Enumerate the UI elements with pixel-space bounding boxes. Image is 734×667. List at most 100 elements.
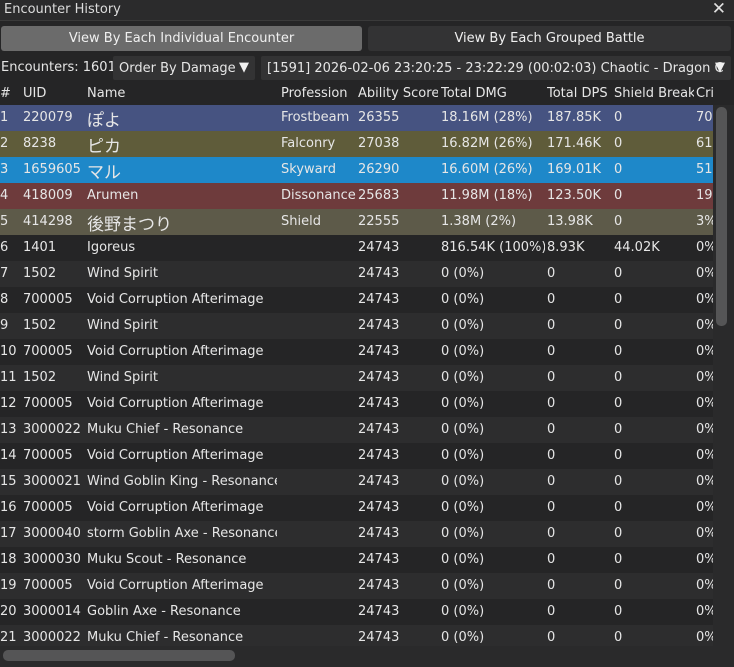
row-uid: 220079 bbox=[23, 110, 73, 125]
row-index: 4 bbox=[0, 188, 9, 203]
row-shield-break: 0 bbox=[614, 214, 623, 229]
table-row[interactable]: 17 3000040 storm Goblin Axe - Resonance 247… bbox=[0, 521, 713, 547]
row-uid: 3000014 bbox=[23, 604, 81, 619]
row-total-dmg: 0 (0%) bbox=[441, 370, 485, 385]
row-ability-score: 27038 bbox=[358, 136, 400, 151]
table-row[interactable]: 4 418009 Arumen Dissonance 25683 11.98M (18%)… bbox=[0, 183, 713, 209]
row-index: 7 bbox=[0, 266, 9, 281]
row-total-dmg: 16.60M (26%) bbox=[441, 162, 533, 177]
encounter-select-dropdown[interactable]: [1591] 2026-02-06 23:20:25 - 23:22:29 (0… bbox=[261, 56, 731, 80]
table-row[interactable]: 2 8238 ピカ Falconry 27038 16.82M (26%) 171.46K 0… bbox=[0, 131, 713, 157]
row-crit: 3% bbox=[696, 214, 713, 229]
order-by-dropdown[interactable]: Order By Damage ▼ bbox=[113, 56, 255, 80]
row-uid: 3000030 bbox=[23, 552, 81, 567]
column-header-crit[interactable]: Cri bbox=[696, 86, 713, 101]
row-index: 15 bbox=[0, 474, 17, 489]
table-row[interactable]: 21 3000022 Muku Chief - Resonance 24743 0 (0… bbox=[0, 625, 713, 646]
row-total-dps: 0 bbox=[547, 370, 556, 385]
row-index: 11 bbox=[0, 370, 17, 385]
row-index: 19 bbox=[0, 578, 17, 593]
table-row[interactable]: 15 3000021 Wind Goblin King - Resonance 247… bbox=[0, 469, 713, 495]
row-shield-break: 0 bbox=[614, 136, 623, 151]
table-row[interactable]: 19 700005 Void Corruption Afterimage 24743 0… bbox=[0, 573, 713, 599]
row-profession: Dissonance bbox=[281, 188, 356, 203]
table-row[interactable]: 14 700005 Void Corruption Afterimage 24743 0… bbox=[0, 443, 713, 469]
row-name: Void Corruption Afterimage bbox=[87, 396, 264, 411]
column-header-name[interactable]: Name bbox=[87, 86, 277, 101]
chevron-down-icon: ▼ bbox=[715, 60, 725, 75]
row-total-dmg: 0 (0%) bbox=[441, 318, 485, 333]
row-total-dmg: 816.54K (100%) bbox=[441, 240, 545, 255]
table-row[interactable]: 20 3000014 Goblin Axe - Resonance 24743 0 (0… bbox=[0, 599, 713, 625]
row-total-dmg: 16.82M (26%) bbox=[441, 136, 533, 151]
window-title: Encounter History bbox=[4, 2, 121, 17]
column-header-profession[interactable]: Profession bbox=[281, 86, 357, 101]
row-total-dps: 0 bbox=[547, 630, 556, 645]
row-ability-score: 26290 bbox=[358, 162, 400, 177]
row-shield-break: 0 bbox=[614, 526, 623, 541]
row-index: 10 bbox=[0, 344, 17, 359]
column-header-uid[interactable]: UID bbox=[23, 86, 87, 101]
horizontal-scrollbar-thumb[interactable] bbox=[3, 650, 235, 661]
row-shield-break: 0 bbox=[614, 578, 623, 593]
column-header-total-dmg[interactable]: Total DMG bbox=[441, 86, 545, 101]
row-total-dmg: 0 (0%) bbox=[441, 552, 485, 567]
row-shield-break: 0 bbox=[614, 266, 623, 281]
row-index: 6 bbox=[0, 240, 9, 255]
close-icon[interactable]: ✕ bbox=[712, 0, 726, 18]
row-crit: 0% bbox=[696, 344, 713, 359]
row-total-dmg: 0 (0%) bbox=[441, 266, 485, 281]
row-total-dps: 0 bbox=[547, 448, 556, 463]
row-crit: 0% bbox=[696, 526, 713, 541]
table-row[interactable]: 13 3000022 Muku Chief - Resonance 24743 0 (0… bbox=[0, 417, 713, 443]
tab-individual-encounter[interactable]: View By Each Individual Encounter bbox=[1, 26, 362, 51]
row-index: 17 bbox=[0, 526, 17, 541]
table-row[interactable]: 18 3000030 Muku Scout - Resonance 24743 0 (0… bbox=[0, 547, 713, 573]
table-row[interactable]: 1 220079 ぽよ Frostbeam 26355 18.16M (28%) 187.8… bbox=[0, 105, 713, 131]
row-uid: 414298 bbox=[23, 214, 73, 229]
table-row[interactable]: 11 1502 Wind Spirit 24743 0 (0%) 0 0 0% bbox=[0, 365, 713, 391]
table-row[interactable]: 3 1659605 マル Skyward 26290 16.60M (26%) 169.01… bbox=[0, 157, 713, 183]
row-uid: 700005 bbox=[23, 292, 73, 307]
row-total-dps: 0 bbox=[547, 422, 556, 437]
row-shield-break: 0 bbox=[614, 448, 623, 463]
row-total-dmg: 0 (0%) bbox=[441, 604, 485, 619]
row-ability-score: 25683 bbox=[358, 188, 400, 203]
column-header-total-dps[interactable]: Total DPS bbox=[547, 86, 613, 101]
row-ability-score: 22555 bbox=[358, 214, 400, 229]
row-name: Wind Spirit bbox=[87, 370, 158, 385]
row-total-dmg: 18.16M (28%) bbox=[441, 110, 533, 125]
row-uid: 1502 bbox=[23, 318, 57, 333]
row-name: Wind Spirit bbox=[87, 318, 158, 333]
table-row[interactable]: 8 700005 Void Corruption Afterimage 24743 0 … bbox=[0, 287, 713, 313]
column-header-shield-break[interactable]: Shield Break bbox=[614, 86, 694, 101]
row-shield-break: 0 bbox=[614, 474, 623, 489]
table-row[interactable]: 12 700005 Void Corruption Afterimage 24743 0… bbox=[0, 391, 713, 417]
row-uid: 418009 bbox=[23, 188, 73, 203]
row-ability-score: 24743 bbox=[358, 630, 400, 645]
row-total-dps: 187.85K bbox=[547, 110, 602, 125]
table-row[interactable]: 6 1401 Igoreus 24743 816.54K (100%) 8.93K 44.0… bbox=[0, 235, 713, 261]
column-header-index[interactable]: # bbox=[0, 86, 20, 101]
table-row[interactable]: 7 1502 Wind Spirit 24743 0 (0%) 0 0 0% bbox=[0, 261, 713, 287]
row-total-dmg: 0 (0%) bbox=[441, 292, 485, 307]
encounter-select-value: [1591] 2026-02-06 23:20:25 - 23:22:29 (0… bbox=[267, 60, 724, 76]
row-crit: 0% bbox=[696, 266, 713, 281]
tab-grouped-battle[interactable]: View By Each Grouped Battle bbox=[368, 26, 731, 51]
row-profession: Frostbeam bbox=[281, 110, 350, 125]
row-total-dmg: 0 (0%) bbox=[441, 578, 485, 593]
row-index: 5 bbox=[0, 214, 9, 229]
column-header-ability-score[interactable]: Ability Score bbox=[358, 86, 438, 101]
table-row[interactable]: 5 414298 後野まつり Shield 22555 1.38M (2%) 13.98K 0… bbox=[0, 209, 713, 235]
row-ability-score: 24743 bbox=[358, 240, 400, 255]
row-uid: 3000022 bbox=[23, 630, 81, 645]
row-shield-break: 0 bbox=[614, 552, 623, 567]
table-row[interactable]: 9 1502 Wind Spirit 24743 0 (0%) 0 0 0% bbox=[0, 313, 713, 339]
table-row[interactable]: 16 700005 Void Corruption Afterimage 24743 0… bbox=[0, 495, 713, 521]
row-index: 21 bbox=[0, 630, 17, 645]
filter-bar: Encounters: 1601 Order By Damage ▼ [1591… bbox=[0, 56, 734, 80]
table-row[interactable]: 10 700005 Void Corruption Afterimage 24743 0… bbox=[0, 339, 713, 365]
row-crit: 0% bbox=[696, 318, 713, 333]
vertical-scrollbar-thumb[interactable] bbox=[716, 107, 727, 326]
row-total-dps: 123.50K bbox=[547, 188, 602, 203]
